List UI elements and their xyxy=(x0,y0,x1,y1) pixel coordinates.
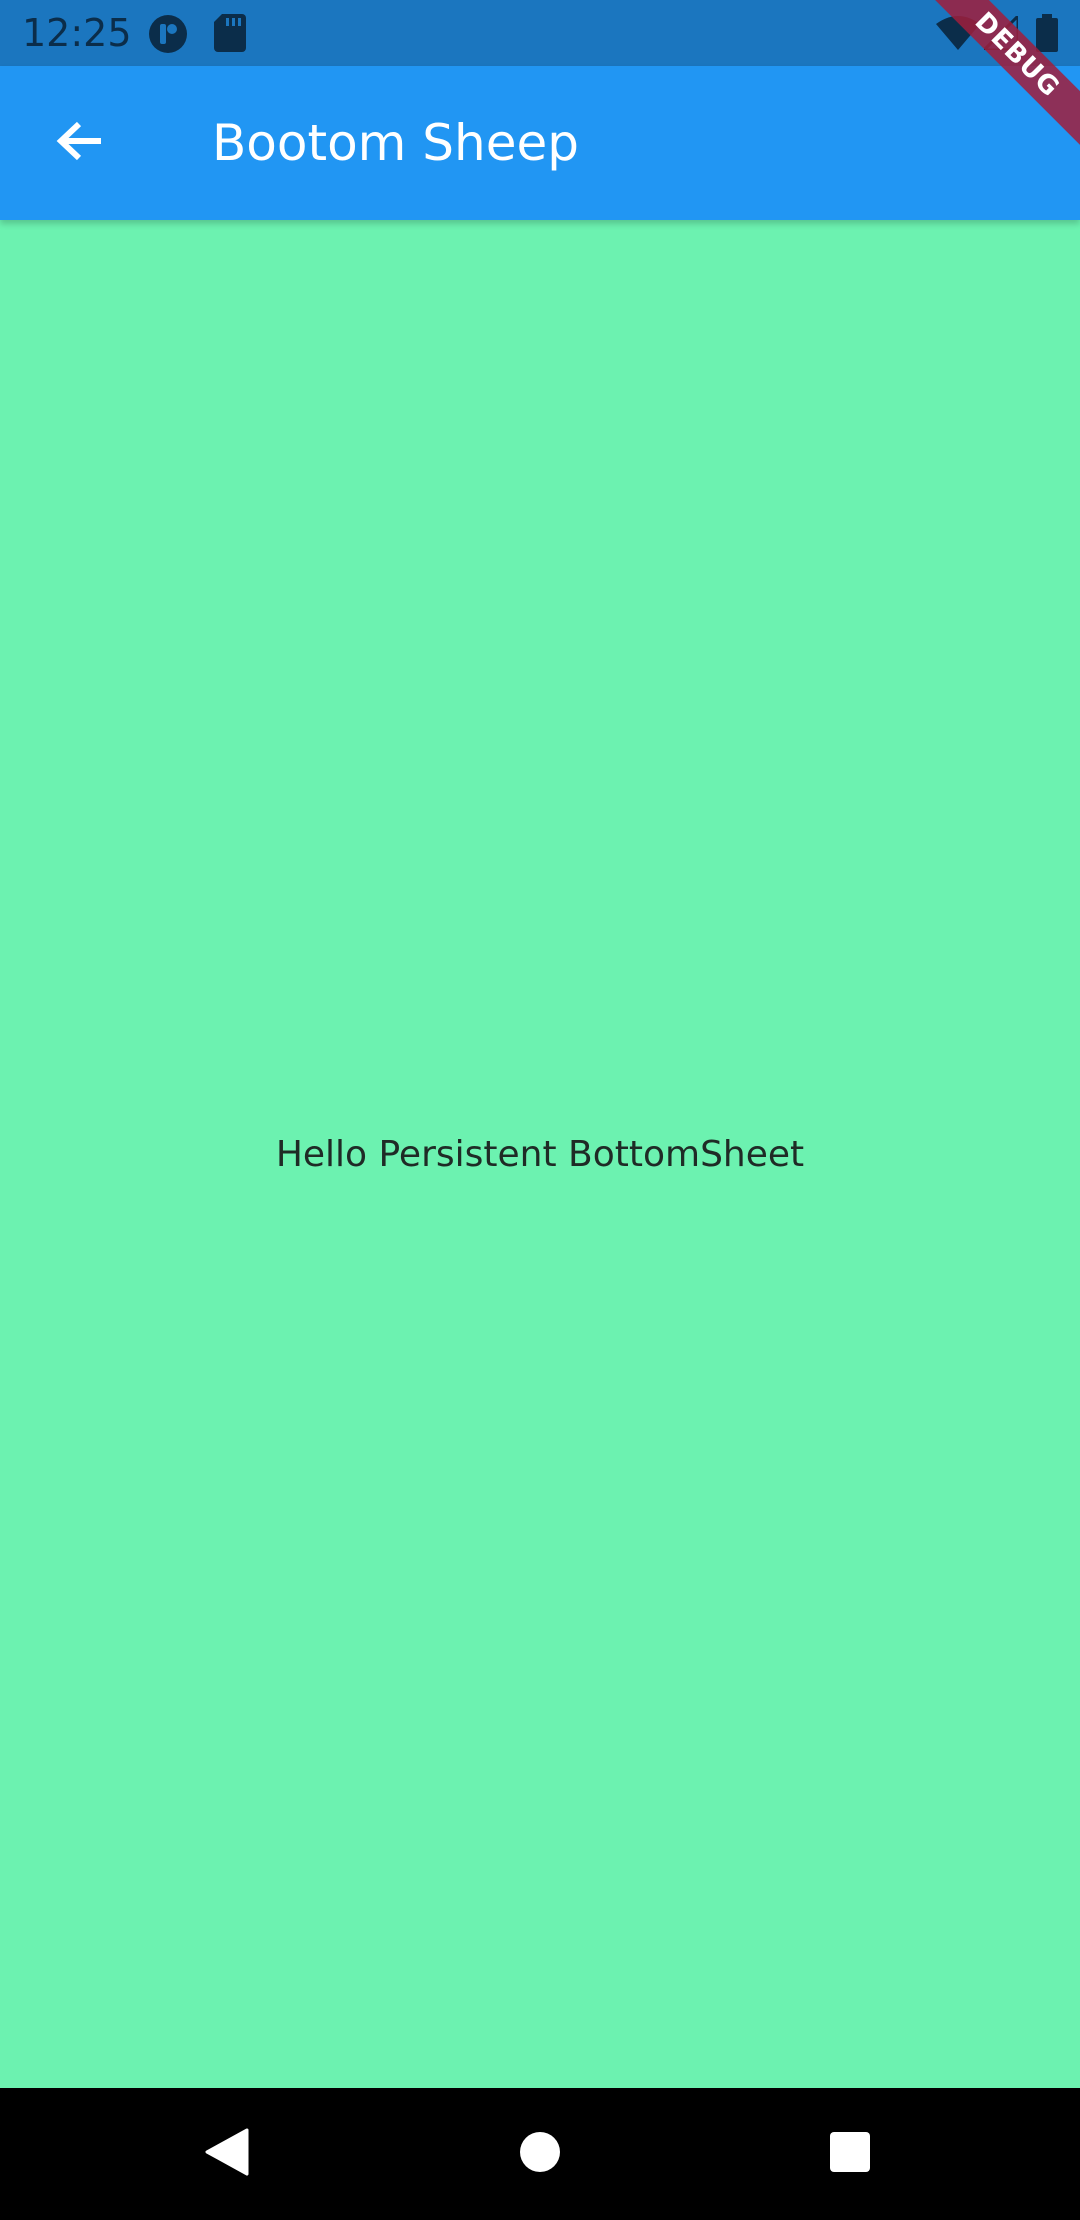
recents-square-icon xyxy=(829,2131,871,2178)
nav-home-button[interactable] xyxy=(500,2114,580,2194)
arrow-back-icon xyxy=(55,116,105,171)
app-bar: Bootom Sheep xyxy=(0,66,1080,220)
battery-icon xyxy=(1036,14,1058,57)
home-circle-icon xyxy=(519,2131,561,2178)
nav-recents-button[interactable] xyxy=(810,2114,890,2194)
status-time: 12:25 xyxy=(22,11,132,55)
nav-back-button[interactable] xyxy=(186,2114,266,2194)
hello-message: Hello Persistent BottomSheet xyxy=(275,1133,805,1175)
back-button[interactable] xyxy=(40,103,120,183)
wifi-icon xyxy=(936,16,980,55)
system-navigation-bar xyxy=(0,2088,1080,2220)
back-triangle-icon xyxy=(203,2128,249,2181)
sd-card-icon xyxy=(214,14,246,57)
signal-icon xyxy=(980,12,1020,55)
app-notification-icon xyxy=(148,14,188,59)
app-bar-title: Bootom Sheep xyxy=(212,114,579,172)
content-area: Hello Persistent BottomSheet xyxy=(0,220,1080,2088)
status-bar: 12:25 xyxy=(0,0,1080,66)
